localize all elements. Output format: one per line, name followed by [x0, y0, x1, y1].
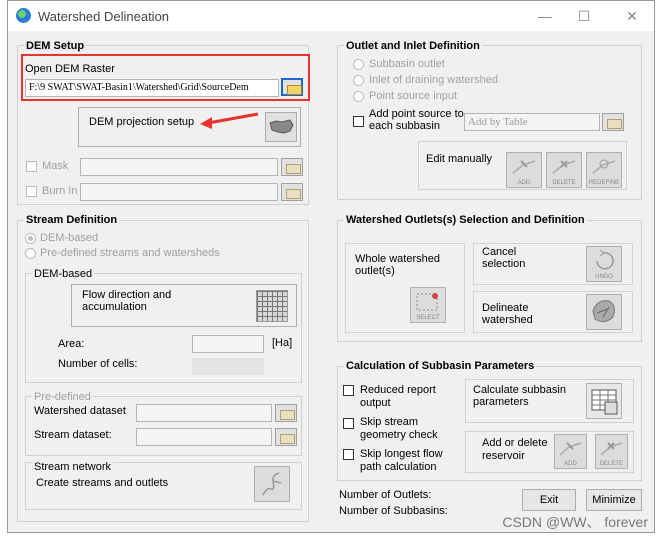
- csdn-watermark: CSDN @WW、 forever: [502, 514, 648, 530]
- calculator-table-icon: [591, 389, 618, 415]
- watershed-outlets-title: Watershed Outlets(s) Selection and Defin…: [344, 214, 587, 226]
- flow-direction-label: Flow direction and accumulation: [82, 289, 172, 313]
- subbasin-outlet-radio[interactable]: [353, 59, 364, 70]
- point-source-radio[interactable]: [353, 91, 364, 102]
- reservoir-label: Add or delete reservoir: [482, 437, 548, 462]
- mask-checkbox[interactable]: [26, 161, 37, 172]
- minimize-button[interactable]: Minimize: [586, 489, 642, 511]
- reduced-report-label: Reduced report output: [360, 384, 436, 409]
- open-dem-folder-icon[interactable]: [281, 78, 303, 96]
- add-by-table-folder-icon[interactable]: [602, 113, 624, 131]
- flow-direction-button[interactable]: Flow direction and accumulation: [71, 284, 297, 327]
- watershed-dataset-folder-icon[interactable]: [275, 404, 297, 422]
- area-input[interactable]: [192, 335, 264, 353]
- add-reservoir-icon: [559, 442, 582, 456]
- outlet-redefine-button[interactable]: REDEFINE: [586, 152, 622, 188]
- cancel-selection-label: Cancel selection: [482, 246, 526, 270]
- add-by-table-input[interactable]: Add by Table: [464, 113, 600, 131]
- skip-longest-label: Skip longest flow path calculation: [360, 448, 443, 473]
- window-title: Watershed Delineation: [38, 9, 170, 24]
- minimize-window-button[interactable]: —: [535, 7, 555, 25]
- globe-icon: [16, 8, 31, 23]
- outlet-add-button[interactable]: ADD: [506, 152, 542, 188]
- number-of-subbasins-label: Number of Subbasins:: [339, 505, 448, 517]
- add-point-source-checkbox[interactable]: [353, 116, 364, 127]
- watershed-delineation-window: Watershed Delineation — ☐ ✕ DEM Setup Op…: [7, 0, 655, 533]
- cells-label: Number of cells:: [58, 358, 138, 370]
- predefined-subgroup-title: Pre-defined: [32, 391, 93, 403]
- dem-setup-title: DEM Setup: [24, 40, 87, 52]
- undo-icon: [596, 249, 614, 270]
- calculate-label: Calculate subbasin parameters: [473, 384, 566, 408]
- burn-in-folder-icon[interactable]: [281, 183, 303, 201]
- select-outlet-button[interactable]: SELECT: [410, 287, 446, 323]
- dem-based-subgroup-title: DEM-based: [32, 268, 95, 280]
- calculate-button[interactable]: [586, 383, 622, 419]
- outlet-inlet-title: Outlet and Inlet Definition: [344, 40, 482, 52]
- dem-based-radio[interactable]: [25, 233, 36, 244]
- add-point-source-label: Add point source to each subbasin: [369, 108, 464, 132]
- select-icon: [416, 293, 438, 311]
- skip-stream-label: Skip stream geometry check: [360, 416, 438, 441]
- burn-in-checkbox[interactable]: [26, 186, 37, 197]
- create-streams-button[interactable]: [254, 466, 290, 502]
- map-icon: [265, 112, 297, 142]
- number-of-outlets-label: Number of Outlets:: [339, 489, 432, 501]
- burn-in-label: Burn In: [42, 185, 78, 197]
- watershed-icon: [592, 300, 615, 323]
- subbasin-outlet-label: Subbasin outlet: [369, 58, 445, 70]
- mask-label: Mask: [42, 160, 69, 172]
- delineate-button[interactable]: [586, 294, 622, 330]
- red-arrow-icon: [200, 112, 259, 129]
- area-label: Area:: [58, 338, 85, 350]
- watershed-dataset-input[interactable]: [136, 404, 272, 422]
- dem-projection-setup-button[interactable]: DEM projection setup: [78, 107, 301, 147]
- burn-in-input[interactable]: [80, 183, 278, 201]
- watershed-dataset-label: Watershed dataset: [34, 405, 126, 417]
- close-window-button[interactable]: ✕: [622, 7, 642, 25]
- delete-point-icon: [552, 160, 576, 174]
- skip-longest-checkbox[interactable]: [343, 449, 354, 460]
- predefined-radio-label: Pre-defined streams and watersheds: [40, 247, 220, 259]
- dem-path-input[interactable]: F:\9 SWAT\SWAT-Basin1\Watershed\Grid\Sou…: [25, 79, 279, 97]
- edit-manually-label: Edit manually: [426, 153, 493, 165]
- stream-dataset-input[interactable]: [136, 428, 272, 446]
- maximize-window-button[interactable]: ☐: [574, 7, 594, 25]
- cancel-selection-button[interactable]: UNDO: [586, 246, 622, 282]
- reservoir-add-button[interactable]: ADD: [554, 434, 587, 469]
- area-unit: [Ha]: [272, 337, 293, 349]
- redefine-point-icon: [592, 159, 616, 174]
- dem-based-radio-label: DEM-based: [40, 232, 99, 244]
- mask-folder-icon[interactable]: [281, 158, 303, 176]
- delete-reservoir-icon: [600, 442, 623, 456]
- exit-button[interactable]: Exit: [522, 489, 576, 511]
- stream-dataset-label: Stream dataset:: [34, 429, 112, 441]
- delineate-label: Delineate watershed: [482, 302, 533, 326]
- subbasin-params-title: Calculation of Subbasin Parameters: [344, 360, 537, 372]
- reduced-report-checkbox[interactable]: [343, 385, 354, 396]
- inlet-draining-label: Inlet of draining watershed: [369, 74, 499, 86]
- cells-input[interactable]: [192, 358, 264, 375]
- inlet-draining-radio[interactable]: [353, 75, 364, 86]
- title-bar: Watershed Delineation — ☐ ✕: [8, 1, 654, 31]
- dem-projection-label: DEM projection setup: [89, 116, 195, 128]
- skip-stream-checkbox[interactable]: [343, 418, 354, 429]
- stream-definition-title: Stream Definition: [24, 214, 120, 226]
- create-streams-label: Create streams and outlets: [36, 477, 169, 489]
- open-dem-label: Open DEM Raster: [25, 63, 115, 75]
- stream-dataset-folder-icon[interactable]: [275, 428, 297, 446]
- predefined-radio[interactable]: [25, 248, 36, 259]
- outlet-delete-button[interactable]: DELETE: [546, 152, 582, 188]
- add-point-icon: [512, 160, 536, 174]
- stream-network-title: Stream network: [32, 461, 114, 473]
- stream-network-icon: [262, 472, 282, 496]
- grid-icon: [256, 290, 288, 322]
- whole-outlet-label: Whole watershed outlet(s): [355, 253, 440, 277]
- point-source-label: Point source input: [369, 90, 458, 102]
- mask-input[interactable]: [80, 158, 278, 176]
- reservoir-delete-button[interactable]: DELETE: [595, 434, 628, 469]
